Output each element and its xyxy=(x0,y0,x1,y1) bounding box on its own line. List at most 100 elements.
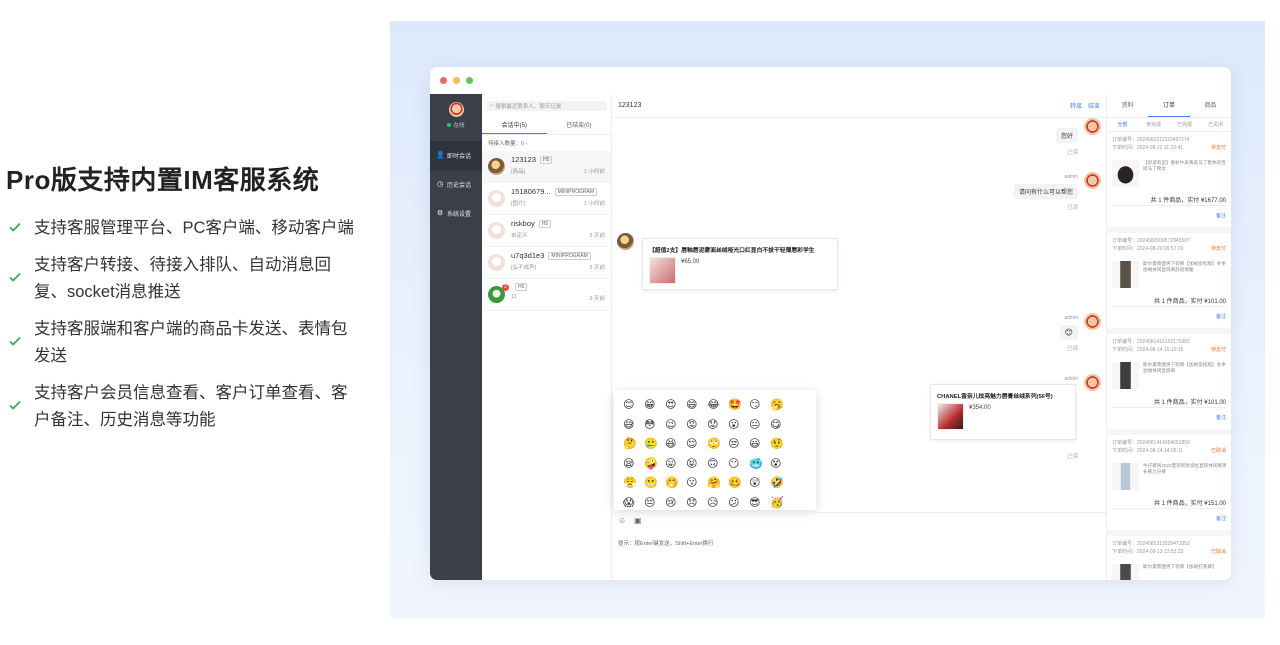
agent-avatar[interactable] xyxy=(448,102,464,117)
list-item[interactable]: u7q3d1e3 MINIPROGRAM [弘不成声] 3 天前 xyxy=(482,247,611,279)
emoji-option[interactable]: 😅 xyxy=(623,416,644,436)
order-note-link[interactable]: 备注 xyxy=(1216,414,1226,421)
emoji-option[interactable]: 😃 xyxy=(749,435,770,455)
divider xyxy=(1112,407,1226,408)
emoji-option[interactable]: 🙄 xyxy=(707,435,728,455)
list-item[interactable]: 123123 H5 [商品] 1 小时前 xyxy=(482,151,611,183)
tab-active[interactable]: 会话中(5) xyxy=(482,117,547,134)
emoji-option[interactable]: 😄 xyxy=(686,396,707,416)
order-note-link[interactable]: 备注 xyxy=(1216,212,1226,219)
emoji-option[interactable]: 🤣 xyxy=(770,474,791,494)
list-item[interactable]: 2 H5 11 3 天前 xyxy=(482,279,611,311)
order-card[interactable]: 订单编号：2024081414054652850 下单时间：2024-08-14 … xyxy=(1107,435,1231,536)
nav-item-settings[interactable]: ⚙ 系统设置 xyxy=(430,199,482,228)
contact-name: riskboy xyxy=(511,219,535,228)
filter-all[interactable]: 全部 xyxy=(1107,118,1138,131)
emoji-option[interactable]: 😊 xyxy=(623,396,644,416)
emoji-option[interactable]: 😱 xyxy=(623,494,644,514)
emoji-option[interactable]: 😗 xyxy=(686,474,707,494)
emoji-option[interactable]: 😤 xyxy=(623,474,644,494)
emoji-option[interactable]: 😛 xyxy=(665,455,686,475)
emoji-option[interactable]: 😮 xyxy=(728,416,749,436)
product-card[interactable]: 【超值2支】唇釉唇泥雾面丝绒哑光口红显白不拔干轻薄唇彩学生 ¥65.00 xyxy=(642,238,838,290)
emoji-option[interactable]: 😶 xyxy=(728,455,749,475)
emoji-option[interactable]: 🤭 xyxy=(665,474,686,494)
search-input[interactable]: ○ 搜索最近联系人、聊天记录 xyxy=(486,101,607,111)
product-card[interactable]: CHANEL香奈儿炫亮魅力唇膏丝绒系列(56号) ¥354.00 xyxy=(930,384,1076,440)
order-status: 待支付 xyxy=(1210,347,1226,353)
list-item[interactable]: riskboy H5 自定义 3 天前 xyxy=(482,215,611,247)
emoji-option[interactable]: 🥲 xyxy=(644,435,665,455)
emoji-option[interactable]: 😎 xyxy=(749,494,770,514)
emoji-option[interactable]: 😋 xyxy=(770,416,791,436)
nav-item-live-chat[interactable]: 👤 即时会话 xyxy=(430,141,482,170)
order-note-link[interactable]: 备注 xyxy=(1216,515,1226,522)
emoji-option[interactable]: 😥 xyxy=(707,494,728,514)
emoji-option[interactable]: 🥱 xyxy=(770,396,791,416)
emoji-option[interactable]: 😒 xyxy=(728,435,749,455)
nav-item-history[interactable]: ◷ 历史会话 xyxy=(430,170,482,199)
order-note-link[interactable]: 备注 xyxy=(1216,313,1226,320)
avatar xyxy=(1084,374,1101,391)
tab-ended[interactable]: 已结束(0) xyxy=(547,117,612,134)
maximize-dot-icon[interactable] xyxy=(466,77,473,84)
emoji-option[interactable]: 🥴 xyxy=(728,474,749,494)
emoji-option[interactable]: 🤗 xyxy=(707,474,728,494)
online-status[interactable]: 在线 xyxy=(430,121,482,129)
emoji-option[interactable]: 😡 xyxy=(686,416,707,436)
emoji-option[interactable]: 😌 xyxy=(686,435,707,455)
tab-products[interactable]: 商品 xyxy=(1190,94,1231,117)
emoji-option[interactable]: 🤩 xyxy=(728,396,749,416)
filter-unfinished[interactable]: 未完成 xyxy=(1138,118,1169,131)
emoji-option[interactable]: 🤨 xyxy=(770,435,791,455)
emoji-option[interactable]: 😵 xyxy=(770,455,791,475)
emoji-option[interactable]: 😍 xyxy=(665,396,686,416)
emoji-option[interactable]: 🥳 xyxy=(770,494,791,514)
order-card[interactable]: 订单编号：2024081416102170383 下单时间：2024-08-14 … xyxy=(1107,334,1231,435)
emoji-option[interactable]: 😢 xyxy=(665,494,686,514)
emoji-option[interactable]: 😞 xyxy=(686,494,707,514)
order-card[interactable]: 订单编号：2024082009572945507 下单时间：2024-08-20 … xyxy=(1107,233,1231,334)
emoji-option[interactable]: 😟 xyxy=(707,416,728,436)
screenshot-stage: 在线 👤 即时会话 ◷ 历史会话 ⚙ 系统设置 ○ 搜索最近联系人、聊天记录 会话中(5… xyxy=(390,21,1265,618)
emoji-option[interactable]: 🤪 xyxy=(644,455,665,475)
order-number: 订单编号：2024082009572945507 xyxy=(1112,238,1190,244)
close-dot-icon[interactable] xyxy=(440,77,447,84)
emoji-option[interactable]: 🙃 xyxy=(707,455,728,475)
emoji-option[interactable]: 😳 xyxy=(644,416,665,436)
image-icon[interactable]: ▣ xyxy=(634,516,642,525)
emoji-option[interactable]: 🤔 xyxy=(623,435,644,455)
channel-tag: H5 xyxy=(538,219,552,228)
emoji-option[interactable]: 😪 xyxy=(623,455,644,475)
emoji-option[interactable]: 😔 xyxy=(644,494,665,514)
emoji-option[interactable]: 😐 xyxy=(749,416,770,436)
end-chat-button[interactable]: 结束 xyxy=(1088,104,1100,110)
search-icon: ○ xyxy=(490,103,494,109)
emoji-option[interactable]: 😏 xyxy=(749,396,770,416)
transfer-button[interactable]: 转接 xyxy=(1070,104,1082,110)
emoji-option[interactable]: 😝 xyxy=(686,455,707,475)
message-area[interactable]: 您好 已读 admin 请问有什么可以帮您 已读 【超值2支】唇釉唇泥雾面丝绒哑… xyxy=(612,118,1106,512)
product-image xyxy=(937,403,964,430)
filter-closed[interactable]: 已关闭 xyxy=(1200,118,1231,131)
tab-orders[interactable]: 订单 xyxy=(1148,94,1190,117)
list-item[interactable]: 15180679... MINIPROGRAM [图片] 1 小时前 xyxy=(482,183,611,215)
emoji-option[interactable]: 😬 xyxy=(644,474,665,494)
emoji-icon[interactable]: ☺ xyxy=(618,516,626,525)
minimize-dot-icon[interactable] xyxy=(453,77,460,84)
emoji-option[interactable]: 🥶 xyxy=(749,455,770,475)
emoji-option[interactable]: 😂 xyxy=(707,396,728,416)
order-card[interactable]: 订单编号：2024081313535473352 下单时间：2024-08-13 … xyxy=(1107,536,1231,580)
emoji-option[interactable]: 😁 xyxy=(644,396,665,416)
input-hint: 提示：按Enter键发送，Shift+Enter换行 xyxy=(618,541,714,547)
waiting-queue[interactable]: 待接入数量：0 › xyxy=(482,135,611,151)
order-total: 共 1 件商品，实付 ¥1677.00 xyxy=(1150,198,1226,204)
nav-item-label: 系统设置 xyxy=(447,212,472,218)
filter-finished[interactable]: 已完成 xyxy=(1169,118,1200,131)
emoji-option[interactable]: 😲 xyxy=(749,474,770,494)
emoji-option[interactable]: 😆 xyxy=(665,435,686,455)
emoji-option[interactable]: 😕 xyxy=(728,494,749,514)
order-card[interactable]: 订单编号：2024082211322497274 下单时间：2024-08-22 … xyxy=(1107,132,1231,233)
tab-profile[interactable]: 资料 xyxy=(1107,94,1148,117)
emoji-option[interactable]: 😉 xyxy=(665,416,686,436)
